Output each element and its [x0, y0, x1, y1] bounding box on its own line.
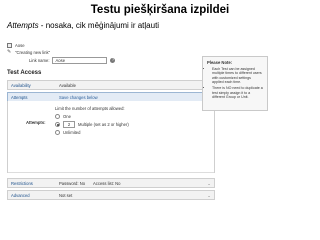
radio-unlimited[interactable] — [55, 130, 60, 135]
attempts-row-value: Save changes below — [59, 94, 98, 100]
note-list: Each Test can be assigned multiple times… — [207, 67, 263, 99]
attempts-row-label: Attempts — [11, 94, 28, 100]
restrictions-access-list: Access list: No — [93, 180, 121, 186]
availability-value: Available — [59, 82, 76, 88]
breadcrumb-page-label: "Creating new link" — [15, 50, 51, 55]
link-name-input[interactable]: Aose — [52, 57, 108, 64]
attempts-option-unlimited[interactable]: Unlimited — [55, 130, 80, 135]
chevron-down-icon[interactable]: ⌄ — [204, 181, 214, 186]
attempts-field-label: Attempts: — [26, 120, 46, 125]
breadcrumb-page: ✎ "Creating new link" — [7, 49, 51, 56]
screenshot-area: Aose ✎ "Creating new link" Link name: Ao… — [5, 40, 318, 237]
help-icon[interactable]: ? — [110, 58, 116, 63]
note-title: Please Note: — [207, 60, 233, 65]
attempts-option-one[interactable]: One — [55, 114, 71, 119]
restrictions-password: Password: No — [59, 180, 86, 186]
attempts-option-multiple[interactable]: 2 Multiple (set as 2 or higher) — [55, 121, 129, 128]
advanced-value: Not set — [59, 192, 73, 198]
availability-label: Availability — [11, 82, 31, 88]
radio-one[interactable] — [55, 114, 60, 119]
attempts-instruction: Limit the number of attempts allowed: — [55, 106, 125, 111]
restrictions-row[interactable]: Restrictions Password: No Access list: N… — [7, 178, 215, 188]
restrictions-label: Restrictions — [11, 180, 33, 186]
attempts-option-multiple-label: Multiple (set as 2 or higher) — [78, 122, 129, 127]
advanced-row[interactable]: Advanced Not set ⌄ — [7, 190, 215, 200]
folder-icon — [7, 43, 12, 48]
radio-multiple[interactable] — [55, 122, 60, 127]
link-name-row: Link name: Aose ? — [29, 57, 116, 64]
note-item: There is NO need to duplicate a test sim… — [212, 86, 263, 99]
slide-title: Testu piešķiršana izpildei — [90, 4, 230, 16]
advanced-label: Advanced — [11, 192, 30, 198]
note-item: Each Test can be assigned multiple times… — [212, 67, 263, 85]
attempts-count-input[interactable]: 2 — [63, 121, 75, 128]
availability-row[interactable]: Availability Available ⌄ — [7, 80, 215, 90]
attempts-option-one-label: One — [63, 114, 71, 119]
note-box: Please Note: Each Test can be assigned m… — [202, 56, 268, 111]
subtitle-text: - nosaka, cik mēģinājumi ir atļauti — [38, 21, 160, 30]
link-name-label: Link name: — [29, 58, 50, 63]
breadcrumb-course[interactable]: Aose — [7, 43, 25, 48]
chevron-down-icon[interactable]: ⌄ — [204, 193, 214, 198]
breadcrumb-course-label: Aose — [15, 43, 25, 48]
section-title: Test Access — [7, 70, 42, 76]
attempts-panel: Limit the number of attempts allowed: At… — [7, 101, 215, 173]
panel-divider — [8, 171, 214, 172]
subtitle-term: Attempts — [7, 21, 39, 30]
attempts-option-unlimited-label: Unlimited — [63, 130, 81, 135]
pencil-icon: ✎ — [7, 49, 12, 55]
slide-subtitle: Attempts - nosaka, cik mēģinājumi ir atļ… — [7, 21, 159, 30]
